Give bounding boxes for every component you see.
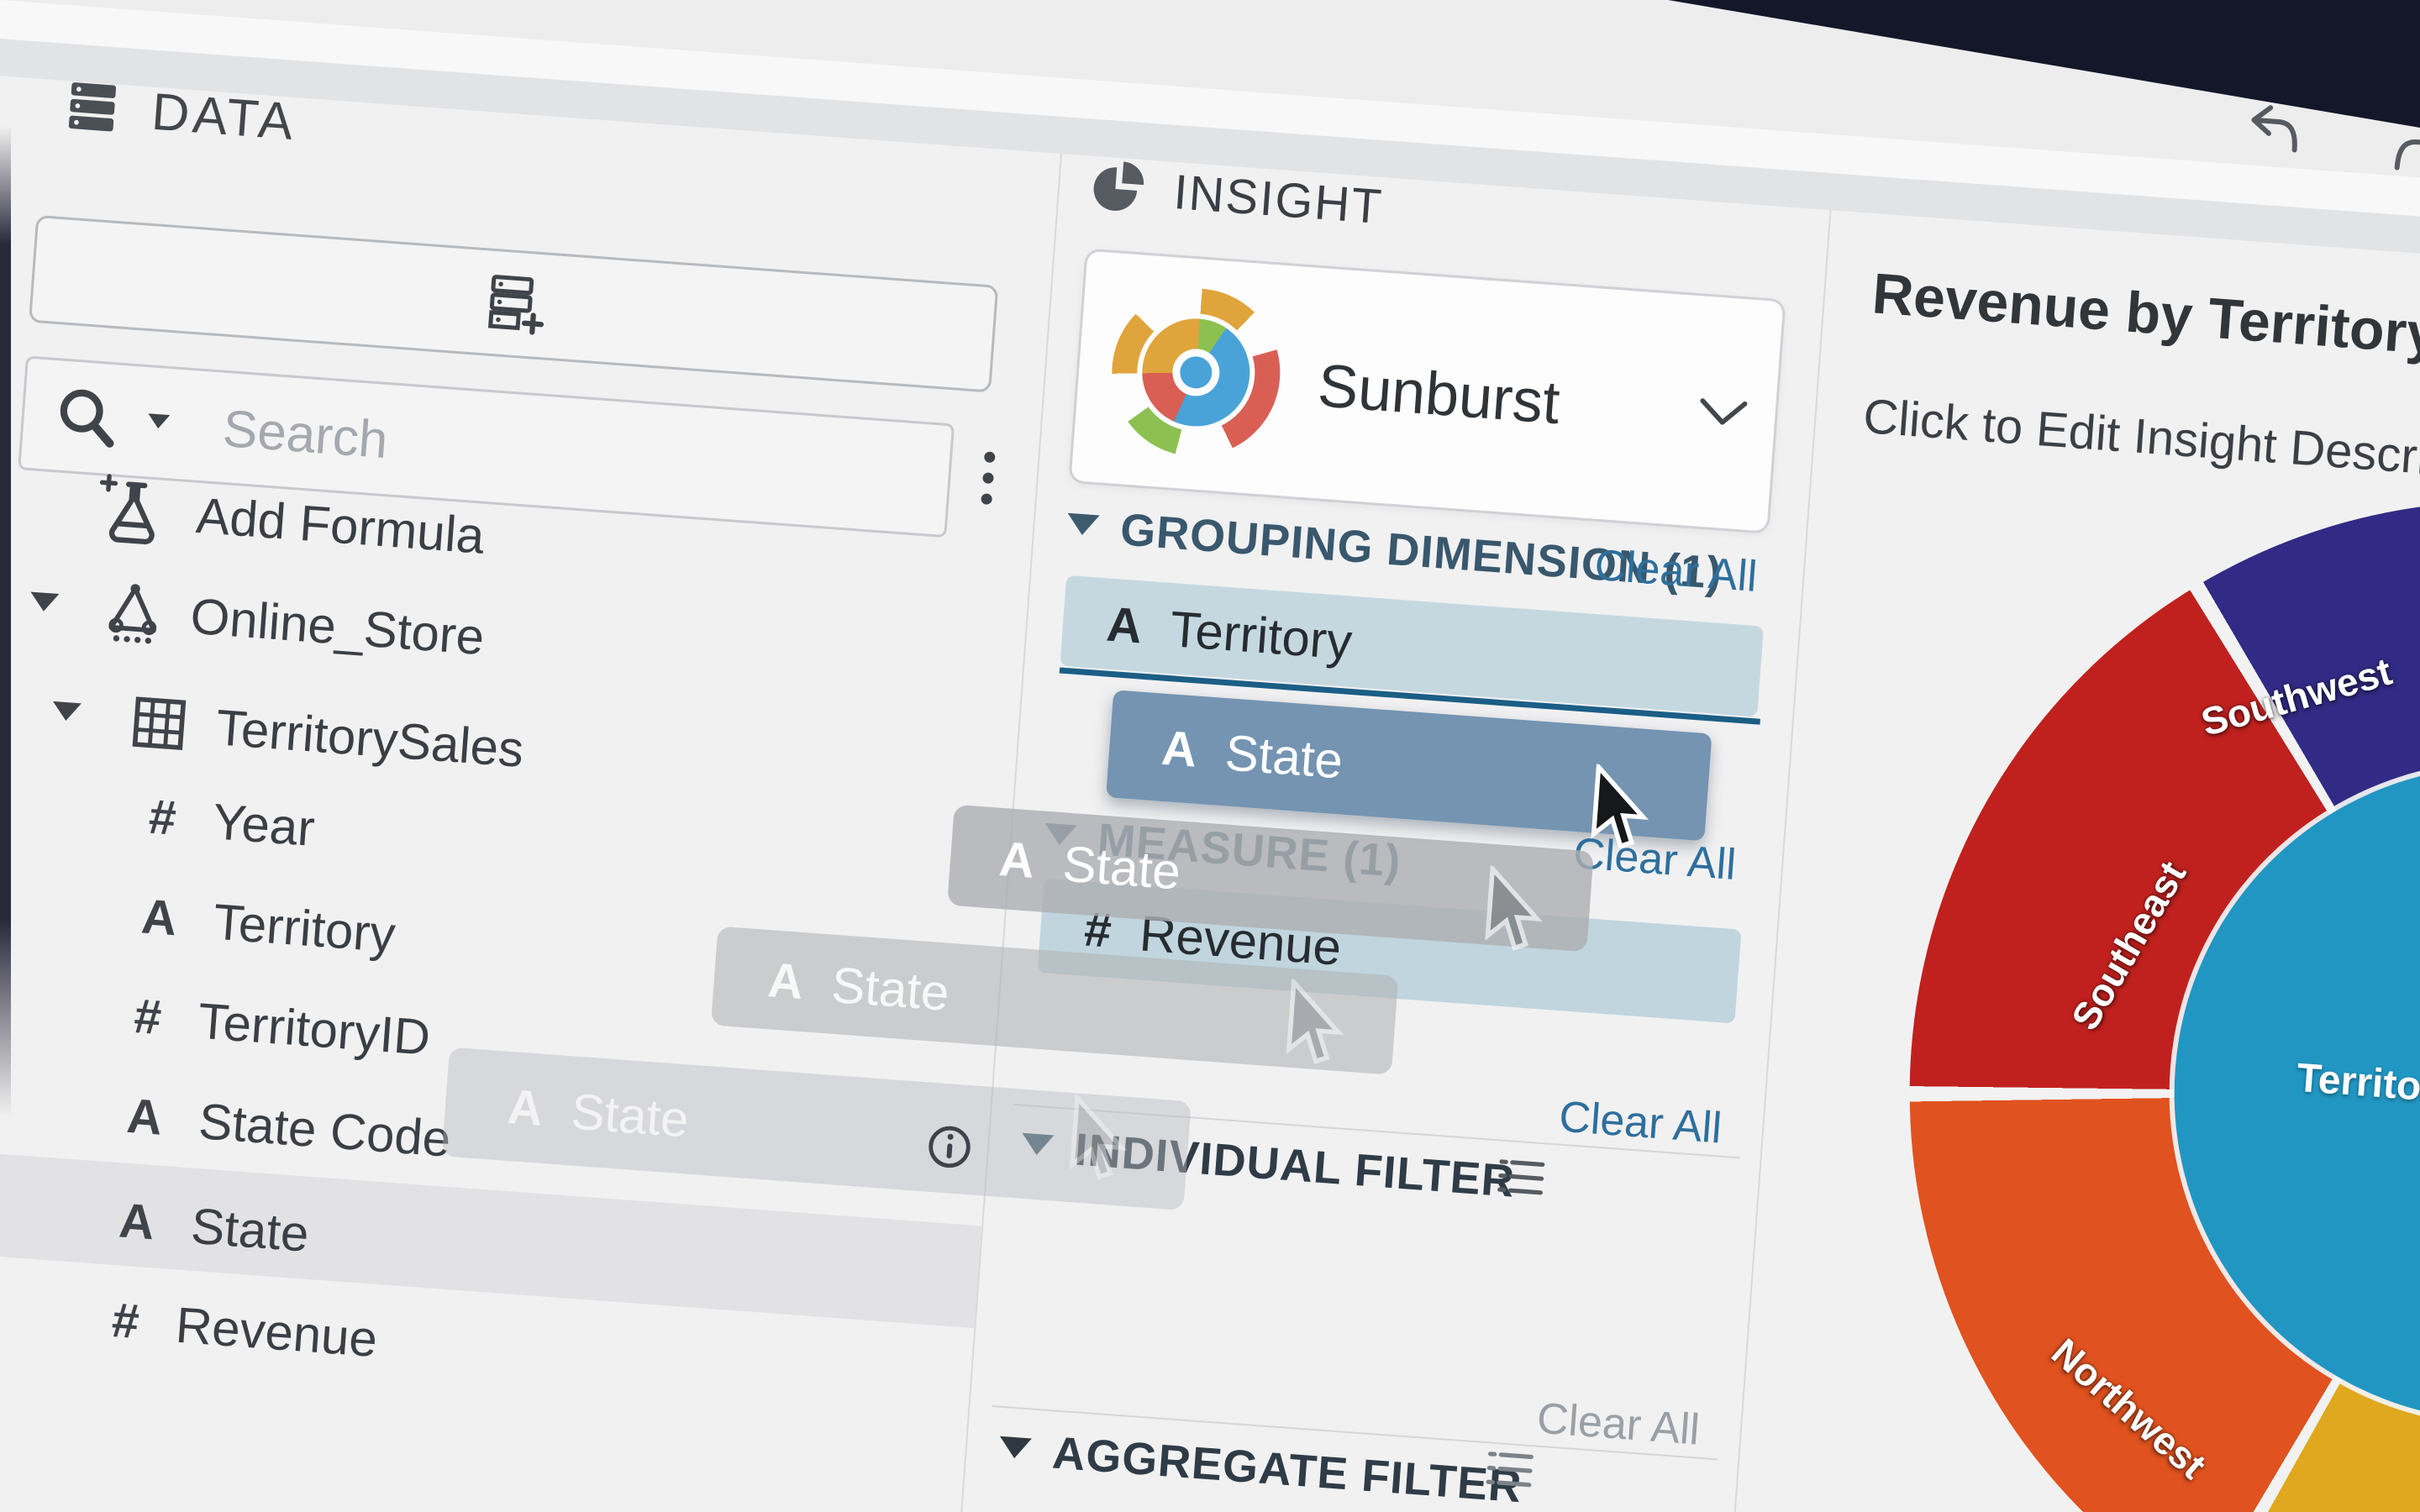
add-formula-label: Add Formula — [194, 486, 487, 564]
dimension-glyph: A — [1160, 720, 1199, 778]
mouse-cursor-trail — [1485, 865, 1543, 951]
field-label: TerritoryID — [196, 992, 433, 1066]
chevron-down-icon[interactable] — [1697, 396, 1748, 429]
panel-menu-kebab-icon[interactable] — [980, 441, 996, 515]
collapse-caret-icon[interactable] — [51, 701, 82, 722]
dimension-glyph: A — [505, 1079, 545, 1137]
tree-item-online-store[interactable]: Online_Store — [99, 577, 487, 669]
aggregate-clear-all[interactable]: Clear All — [1535, 1394, 1702, 1456]
screen: DATA Search Add Formula Online_Store Ter… — [0, 0, 2420, 1512]
mouse-cursor-trail — [1286, 979, 1344, 1064]
model-hierarchy-icon — [108, 584, 157, 644]
ghost-label: State — [1060, 834, 1183, 900]
section-caret-icon[interactable] — [998, 1436, 1032, 1460]
chip-label: Territory — [1168, 600, 1355, 670]
mouse-cursor-trail — [1069, 1094, 1128, 1180]
field-label: State Code — [197, 1093, 453, 1168]
dimension-glyph: A — [124, 1088, 165, 1146]
database-plus-icon — [487, 275, 544, 335]
list-icon[interactable] — [1494, 1152, 1548, 1201]
redo-icon[interactable] — [2391, 120, 2420, 178]
measure-glyph: # — [146, 789, 178, 846]
field-row-territoryid[interactable]: # TerritoryID — [132, 987, 432, 1067]
field-label: State — [189, 1197, 311, 1263]
mouse-cursor — [1591, 764, 1649, 849]
search-placeholder[interactable]: Search — [221, 399, 390, 470]
field-row-revenue[interactable]: # Revenue — [110, 1291, 380, 1368]
tree-item-label: TerritorySales — [213, 699, 526, 778]
field-label: Year — [210, 793, 317, 857]
grouping-clear-all[interactable]: Clear All — [1593, 540, 1760, 602]
insight-chart-title[interactable]: Revenue by Territory — [1870, 260, 2420, 367]
data-panel-title: DATA — [150, 82, 298, 152]
measure-glyph: # — [109, 1293, 141, 1350]
dimension-glyph: A — [997, 831, 1037, 889]
app-canvas: DATA Search Add Formula Online_Store Ter… — [0, 0, 2420, 1512]
undo-icon[interactable] — [2240, 99, 2302, 157]
ghost-label: State — [829, 956, 951, 1021]
database-stack-icon — [68, 81, 117, 131]
individual-clear-all[interactable]: Clear All — [1557, 1092, 1723, 1154]
pie-chart-icon — [1093, 160, 1144, 211]
measure-glyph: # — [132, 989, 164, 1046]
table-grid-icon — [132, 696, 187, 750]
info-icon[interactable] — [925, 1123, 974, 1172]
dimension-glyph: A — [117, 1193, 157, 1251]
dimension-glyph: A — [765, 952, 806, 1010]
screen-bezel-edge — [0, 126, 11, 1117]
list-icon[interactable] — [1483, 1445, 1537, 1494]
dimension-glyph: A — [1104, 596, 1144, 654]
flask-plus-icon — [99, 474, 155, 545]
dimension-glyph: A — [139, 889, 179, 947]
chip-label: State — [1223, 723, 1345, 789]
field-row-year[interactable]: # Year — [147, 788, 317, 858]
magnifier-icon[interactable] — [51, 381, 125, 455]
collapse-caret-icon[interactable] — [29, 591, 60, 612]
field-label: Territory — [211, 893, 397, 963]
tree-item-territorysales[interactable]: TerritorySales — [129, 692, 526, 779]
tree-item-label: Online_Store — [188, 587, 487, 665]
section-caret-icon[interactable] — [1065, 512, 1100, 537]
insight-description[interactable]: Click to Edit Insight Description — [1861, 388, 2420, 493]
field-label: Revenue — [173, 1296, 380, 1368]
field-row-state-code[interactable]: A State Code — [125, 1087, 453, 1168]
search-scope-caret-icon[interactable] — [147, 413, 171, 430]
field-row-territory[interactable]: A Territory — [139, 887, 397, 963]
sunburst-chart-icon — [1106, 282, 1286, 463]
ghost-label: State — [569, 1082, 692, 1148]
